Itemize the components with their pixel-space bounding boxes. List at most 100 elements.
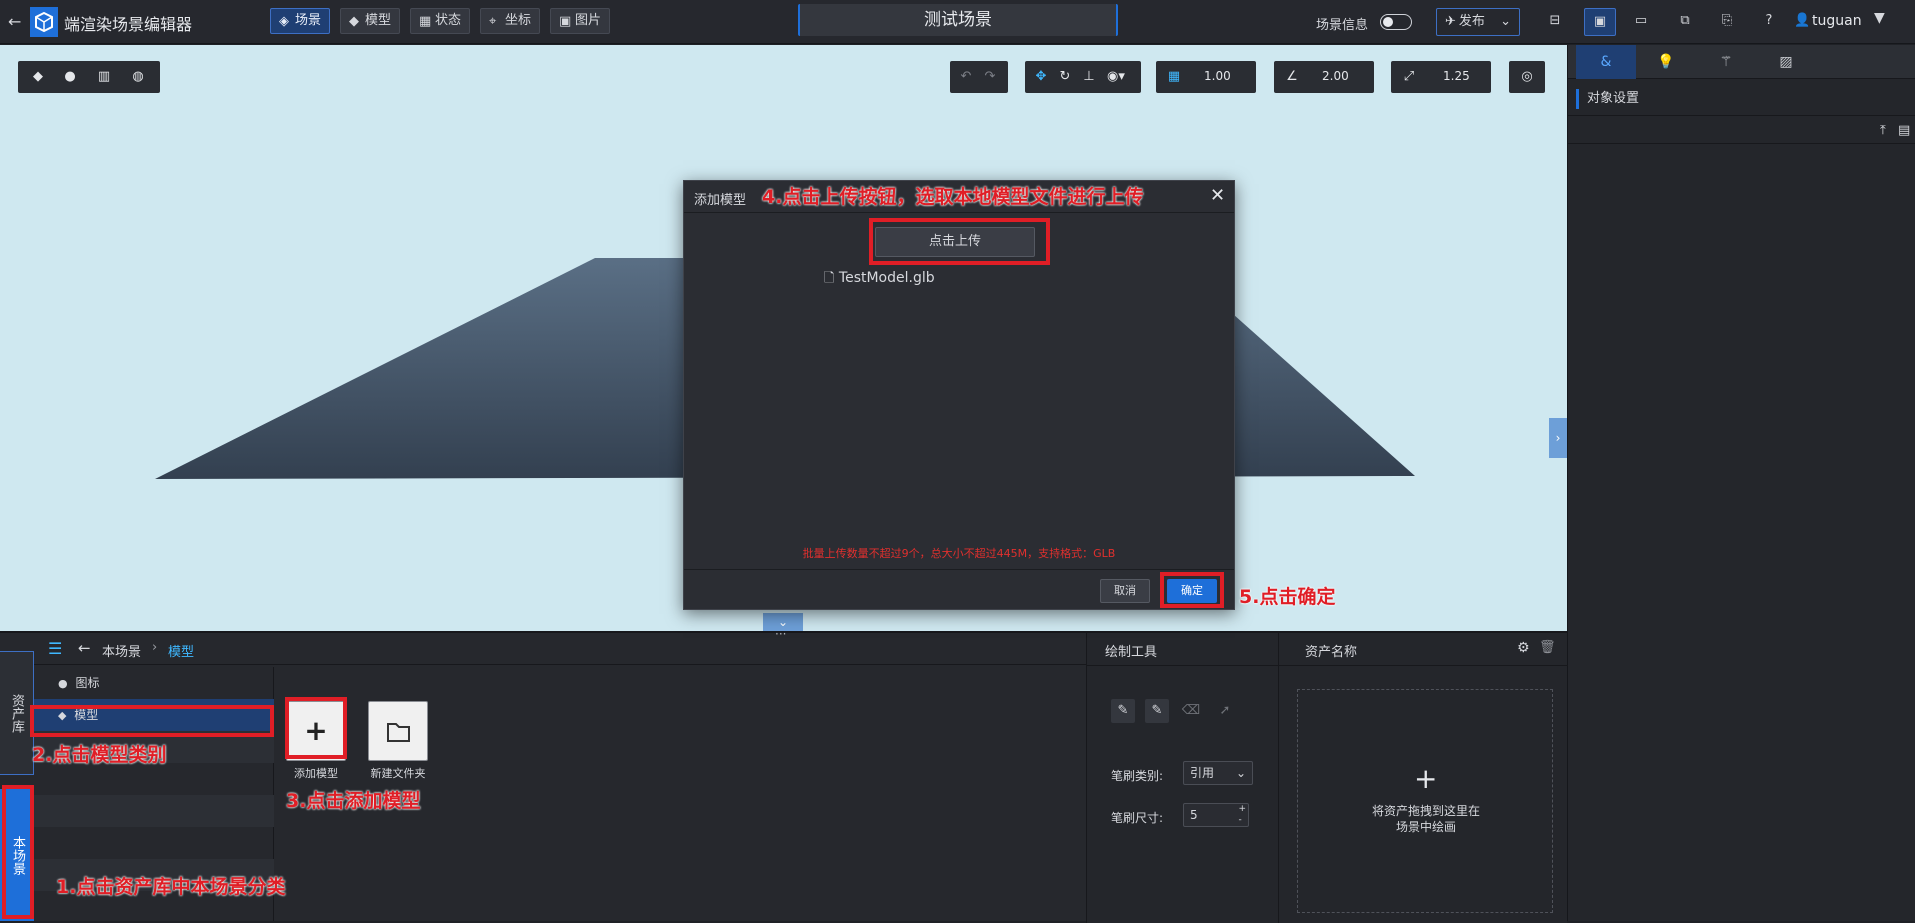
cursor-icon: ➚ [1219, 703, 1231, 718]
save-button[interactable]: ▣ [1584, 8, 1616, 36]
scale-snap-control[interactable]: ⤢ 1.25 [1391, 61, 1491, 93]
menu-icon[interactable]: ☰ [48, 639, 62, 658]
gear-icon[interactable]: ⚙ [1517, 640, 1530, 656]
app-logo [30, 7, 58, 37]
tab-effects[interactable]: ⚚ [1696, 45, 1756, 79]
cancel-button[interactable]: 取消 [1100, 579, 1150, 603]
file-list-item[interactable]: 🗋 TestModel.glb [824, 269, 935, 289]
add-object-icon[interactable]: ▤ [1898, 123, 1910, 138]
tab-image-settings[interactable]: ▨ [1756, 45, 1816, 79]
pin-icon: ● [58, 677, 68, 690]
brush-size-label: 笔刷尺寸: [1111, 811, 1164, 825]
right-panel: & 💡 ⚚ ▨ 对象设置 ⤒ ▤ [1567, 45, 1915, 921]
section-title: 对象设置 [1587, 91, 1640, 106]
tab-lighting[interactable]: 💡 [1636, 45, 1696, 79]
upload-icon[interactable]: ⤒ [1880, 123, 1886, 138]
brush-size-stepper[interactable]: 5 + - [1183, 803, 1249, 827]
redo-icon[interactable]: ↷ [982, 69, 998, 85]
dialog-footer-divider [684, 569, 1234, 570]
close-icon[interactable]: ✕ [1210, 185, 1225, 206]
export-icon[interactable]: ⎘ [1718, 12, 1736, 30]
help-icon[interactable]: ? [1760, 12, 1778, 30]
trash-icon[interactable]: 🗑 [1539, 640, 1556, 655]
view-toolbar: ◆ ● ▥ ◍ [18, 61, 160, 93]
draw-tools-panel: 绘制工具 ✎ ✎ ⌫ ➚ 笔刷类别: 引用 ⌄ 笔刷尺寸: 5 + - [1086, 633, 1279, 923]
grid-snap-control[interactable]: ▦ 1.00 [1156, 61, 1256, 93]
stepper-arrows-icon[interactable]: + - [1238, 804, 1246, 826]
divider [1568, 143, 1915, 144]
top-bar: ← 端渲染场景编辑器 ◈ 场景 ◆ 模型 ▦ 状态 ⌖ 坐标 ▣ 图片 测试场景 场景信息… [0, 0, 1915, 44]
location-pin-icon[interactable]: ● [62, 69, 78, 85]
plus-icon: + [1414, 762, 1438, 795]
side-tab-asset-library[interactable]: 资产库 [0, 651, 34, 775]
draw-tools-title: 绘制工具 [1105, 645, 1158, 660]
tab-coordinate[interactable]: ⌖ 坐标 [480, 8, 541, 34]
highlight-upload-button [869, 218, 1050, 265]
highlight-this-scene-tab [2, 785, 34, 919]
angle-snap-control[interactable]: ∠ 2.00 [1274, 61, 1374, 93]
copy-icon[interactable]: ⧉ [1676, 12, 1694, 30]
angle-snap-value[interactable]: 2.00 [1322, 69, 1349, 83]
highlight-add-model-tile [285, 697, 347, 759]
tab-scene[interactable]: ◈ 场景 [270, 8, 331, 34]
tab-state[interactable]: ▦ 状态 [410, 8, 471, 34]
transform-toolbar: ✥ ↻ ⊥ ◉▾ [1025, 61, 1141, 93]
eraser-tool-button[interactable]: ⌫ [1179, 699, 1203, 723]
tab-image[interactable]: ▣ 图片 [550, 8, 611, 34]
highlight-model-category [30, 705, 274, 737]
highlight-confirm-button [1160, 572, 1224, 608]
camera-reset-control[interactable]: ◎ [1509, 61, 1545, 93]
brush-type-select[interactable]: 引用 ⌄ [1183, 761, 1253, 785]
brush-add-tool-button[interactable]: ✎ [1145, 699, 1169, 723]
move-icon[interactable]: ✥ [1033, 69, 1049, 85]
expand-right-panel-button[interactable]: › [1549, 418, 1567, 458]
chevron-down-icon: ⌄ [1235, 766, 1246, 780]
eraser-icon: ⌫ [1181, 703, 1201, 718]
pivot-icon[interactable]: ◉▾ [1107, 69, 1125, 85]
annotation-step2: 2.点击模型类别 [32, 744, 167, 766]
tab-model[interactable]: ◆ 模型 [340, 8, 401, 34]
user-icon[interactable]: 👤 [1794, 13, 1810, 28]
undo-icon[interactable]: ↶ [958, 69, 974, 85]
username[interactable]: tuguan [1812, 13, 1862, 29]
drop-text-line2: 场景中绘画 [1395, 820, 1456, 834]
publish-dropdown[interactable]: ✈ 发布 ⌄ [1436, 8, 1520, 36]
resize-icon: ⤢ [1403, 69, 1415, 84]
undo-redo-toolbar: ↶ ↷ [950, 61, 1008, 93]
app-title: 端渲染场景编辑器 [64, 15, 193, 34]
scale-axis-icon[interactable]: ⊥ [1081, 69, 1097, 85]
new-folder-tile[interactable] [368, 701, 428, 761]
category-item-icon[interactable]: ● 图标 [34, 667, 274, 699]
back-icon[interactable]: ← [78, 639, 91, 657]
annotation-step4: 4.点击上传按钮，选取本地模型文件进行上传 [762, 186, 1144, 208]
annotation-step1: 1.点击资产库中本场景分类 [56, 876, 286, 898]
layers-icon: ◈ [279, 14, 289, 29]
select-tool-button[interactable]: ➚ [1213, 699, 1237, 723]
scene-info-label: 场景信息 [1316, 18, 1369, 33]
breadcrumb-root[interactable]: 本场景 [102, 641, 141, 660]
breadcrumb-current: 模型 [168, 645, 195, 660]
tab-object-settings[interactable]: & [1576, 45, 1636, 79]
scene-info-toggle[interactable] [1380, 14, 1412, 30]
globe-icon[interactable]: ◍ [130, 69, 146, 85]
divider [1568, 115, 1915, 116]
brush-type-label: 笔刷类别: [1111, 769, 1164, 783]
asset-panel: 资产名称 ⚙ 🗑 + 将资产拖拽到这里在 场景中绘画 [1278, 633, 1568, 923]
add-model-label: 添加模型 [294, 767, 338, 780]
back-arrow-icon[interactable]: ← [8, 12, 21, 31]
archive-icon[interactable]: ⊟ [1546, 12, 1564, 30]
new-folder-label: 新建文件夹 [370, 767, 426, 780]
scene-name: 测试场景 [924, 10, 992, 30]
file-icon: 🗋 [824, 271, 835, 286]
scale-snap-value[interactable]: 1.25 [1443, 69, 1470, 83]
cube-icon: ◆ [349, 14, 359, 29]
dialog-title: 添加模型 [694, 193, 747, 208]
preview-icon[interactable]: ▭ [1632, 12, 1650, 30]
rotate-icon[interactable]: ↻ [1057, 69, 1073, 85]
asset-drop-zone[interactable]: + 将资产拖拽到这里在 场景中绘画 [1297, 689, 1553, 913]
grid-snap-value[interactable]: 1.00 [1204, 69, 1231, 83]
brush-tool-button[interactable]: ✎ [1111, 699, 1135, 723]
cube-view-icon[interactable]: ◆ [30, 69, 46, 85]
building-icon[interactable]: ▥ [96, 69, 112, 85]
user-menu-chevron-icon[interactable]: ▼ [1874, 10, 1885, 26]
